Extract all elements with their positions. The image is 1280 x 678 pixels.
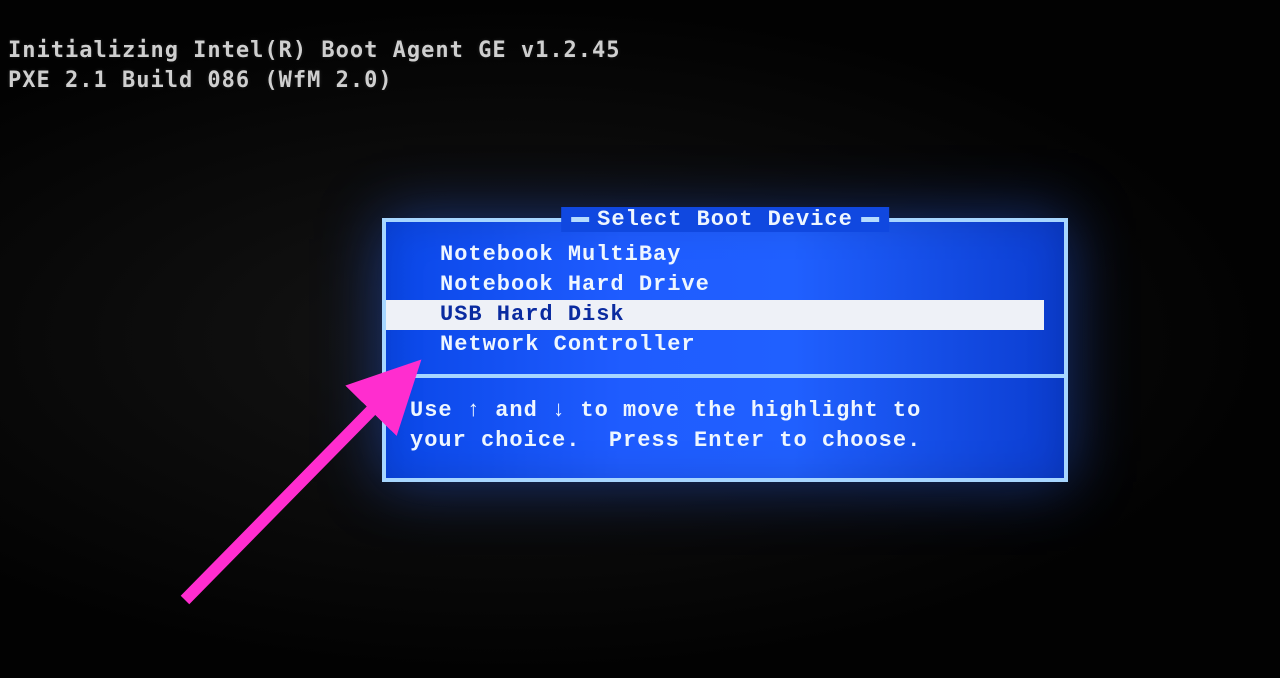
dialog-hint: Use ↑ and ↓ to move the highlight to you… xyxy=(386,378,1064,478)
post-line-1: Initializing Intel(R) Boot Agent GE v1.2… xyxy=(8,38,621,63)
dialog-title-wrap: Select Boot Device xyxy=(561,207,889,232)
boot-options-list[interactable]: Notebook MultiBay Notebook Hard Drive US… xyxy=(386,222,1064,368)
boot-option-network[interactable]: Network Controller xyxy=(386,330,1064,360)
post-messages: Initializing Intel(R) Boot Agent GE v1.2… xyxy=(8,36,621,96)
dash-icon xyxy=(571,217,589,222)
boot-option-multibay[interactable]: Notebook MultiBay xyxy=(386,240,1064,270)
bios-screen: Initializing Intel(R) Boot Agent GE v1.2… xyxy=(0,0,1280,678)
post-line-2: PXE 2.1 Build 086 (WfM 2.0) xyxy=(8,68,393,93)
boot-device-dialog: Select Boot Device Notebook MultiBay Not… xyxy=(382,218,1068,482)
boot-option-usb[interactable]: USB Hard Disk xyxy=(386,300,1044,330)
dash-icon xyxy=(861,217,879,222)
dialog-title: Select Boot Device xyxy=(589,207,861,232)
boot-option-hdd[interactable]: Notebook Hard Drive xyxy=(386,270,1064,300)
